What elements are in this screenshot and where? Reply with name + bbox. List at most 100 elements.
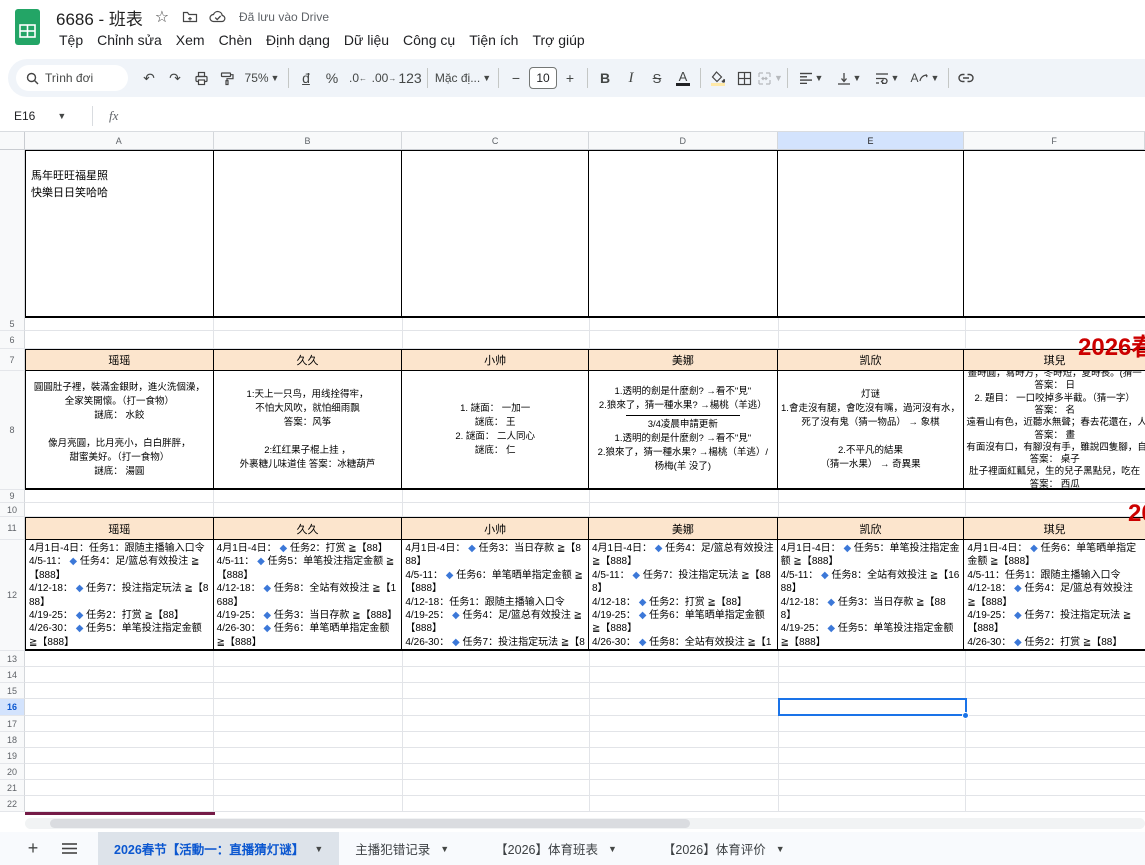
row-header-21[interactable]: 21 — [0, 780, 25, 796]
fill-color-button[interactable] — [705, 65, 731, 91]
cell-banner-c[interactable] — [402, 150, 589, 318]
redo-button[interactable]: ↷ — [162, 65, 188, 91]
vertical-align-button[interactable]: ▼ — [830, 65, 868, 91]
row-header-6[interactable]: 6 — [0, 331, 25, 349]
merge-cells-button[interactable]: ▼ — [757, 65, 783, 91]
cell-e11[interactable]: 凯欣 — [778, 517, 965, 540]
text-wrap-button[interactable]: ▼ — [868, 65, 906, 91]
cell-f8[interactable]: 畫時圓，寫時方；冬時短，夏時長。(猜一 答案： 日 2. 題目： 一口咬掉多半截… — [964, 371, 1145, 490]
cell-f11[interactable]: 琪兒 — [964, 517, 1145, 540]
insert-link-button[interactable] — [953, 65, 979, 91]
menu-help[interactable]: Trợ giúp — [525, 30, 591, 50]
cell-b12[interactable]: 4月1日-4日： ◆ 任务2：打赏 ≧【88】 4/5-11： ◆ 任务5：单笔… — [214, 540, 403, 651]
cell-banner-b[interactable] — [214, 150, 403, 318]
row-header-12[interactable]: 12 — [0, 540, 25, 651]
move-folder-icon[interactable] — [181, 8, 199, 26]
cell-banner-a1[interactable]: 馬年旺旺福星照 快樂日日笑哈哈 — [25, 150, 214, 318]
cell-a7[interactable]: 瑶瑶 — [25, 349, 214, 371]
bold-button[interactable]: B — [592, 65, 618, 91]
more-formats-button[interactable]: 123 — [397, 65, 423, 91]
menu-data[interactable]: Dữ liệu — [337, 30, 396, 50]
row-header-blank[interactable] — [0, 150, 25, 318]
row-header-22[interactable]: 22 — [0, 796, 25, 812]
row-header-13[interactable]: 13 — [0, 651, 25, 667]
cell-d7[interactable]: 美娜 — [589, 349, 778, 371]
cell-a12[interactable]: 4月1日-4日：任务1：跟随主播输入口令 4/5-11： ◆ 任务4：足/篮总有… — [25, 540, 214, 651]
row-header-14[interactable]: 14 — [0, 667, 25, 683]
sheets-logo-icon[interactable] — [14, 9, 41, 45]
row-header-9[interactable]: 9 — [0, 490, 25, 503]
row-header-16-selected[interactable]: 16 — [0, 699, 25, 716]
horizontal-scrollbar-thumb[interactable] — [50, 819, 690, 828]
cell-c8[interactable]: 1. 謎面： 一加一 謎底： 王 2. 謎面： 二人同心 謎底： 仁 — [402, 371, 589, 490]
undo-button[interactable]: ↶ — [136, 65, 162, 91]
search-menus-field[interactable]: Trình đơi — [16, 65, 128, 91]
print-button[interactable] — [188, 65, 214, 91]
cell-e12[interactable]: 4月1日-4日： ◆ 任务5：单笔投注指定金额 ≧【888】 4/5-11： ◆… — [778, 540, 965, 651]
cell-d11[interactable]: 美娜 — [589, 517, 778, 540]
active-cell-selection[interactable] — [778, 698, 967, 716]
cell-c12[interactable]: 4月1日-4日： ◆ 任务3：当日存款 ≧【888】 4/5-11： ◆ 任务6… — [402, 540, 589, 651]
row-header-11[interactable]: 11 — [0, 517, 25, 540]
cell-a11[interactable]: 瑶瑶 — [25, 517, 214, 540]
column-header-b[interactable]: B — [214, 132, 403, 150]
row-header-8[interactable]: 8 — [0, 371, 25, 490]
add-sheet-button[interactable]: + — [18, 834, 48, 864]
column-header-c[interactable]: C — [402, 132, 589, 150]
fill-handle[interactable] — [962, 712, 969, 719]
cell-b8[interactable]: 1:天上一只鸟，用线拴得牢， 不怕大风吹，就怕细雨飘 答案：风筝 2:红红果子棍… — [214, 371, 403, 490]
cell-c11[interactable]: 小帅 — [402, 517, 589, 540]
menu-tools[interactable]: Công cụ — [396, 30, 462, 50]
cell-a8[interactable]: 圓圓肚子裡，裝滿金銀財，進火洗個澡， 全家笑開懷。（打一食物） 謎底： 水餃 像… — [25, 371, 214, 490]
sheet-tab-2[interactable]: 主播犯错记录 ▼ — [339, 832, 465, 865]
name-box[interactable]: E16 ▼ — [0, 109, 86, 123]
row-header-20[interactable]: 20 — [0, 764, 25, 780]
cell-b11[interactable]: 久久 — [214, 517, 403, 540]
saved-status[interactable]: Đã lưu vào Drive — [239, 10, 329, 24]
menu-file[interactable]: Tệp — [52, 30, 90, 50]
cloud-saved-icon[interactable] — [209, 8, 227, 26]
document-title[interactable]: 6686 - 班表 — [56, 5, 143, 30]
sheet-tab-active[interactable]: 2026春节【活動一：直播猜灯谜】 ▼ — [98, 832, 339, 865]
percent-format-button[interactable]: % — [319, 65, 345, 91]
column-header-e-selected[interactable]: E — [778, 132, 965, 150]
paint-format-button[interactable] — [214, 65, 240, 91]
row-header-15[interactable]: 15 — [0, 683, 25, 699]
currency-format-button[interactable]: đ — [293, 65, 319, 91]
column-header-f[interactable]: F — [964, 132, 1145, 150]
select-all-corner[interactable] — [0, 132, 25, 150]
menu-view[interactable]: Xem — [169, 30, 212, 50]
menu-edit[interactable]: Chỉnh sửa — [90, 30, 169, 50]
sheet-tab-4[interactable]: 【2026】体育评价 ▼ — [647, 832, 801, 865]
star-icon[interactable]: ☆ — [153, 8, 171, 26]
cell-e8[interactable]: 灯谜 1.會走沒有腿，會吃沒有嘴，過河沒有水， 死了沒有鬼（猜一物品） → 象棋… — [778, 371, 965, 490]
cell-banner-f[interactable] — [964, 150, 1145, 318]
italic-button[interactable]: I — [618, 65, 644, 91]
decrease-decimal-button[interactable]: .0← — [345, 65, 371, 91]
cell-e7[interactable]: 凯欣 — [778, 349, 965, 371]
menu-extensions[interactable]: Tiện ích — [462, 30, 525, 50]
all-sheets-menu-button[interactable] — [54, 834, 84, 864]
horizontal-align-button[interactable]: ▼ — [792, 65, 830, 91]
cell-d12[interactable]: 4月1日-4日： ◆ 任务4：足/篮总有效投注 ≧【888】 4/5-11： ◆… — [589, 540, 778, 651]
cell-f12[interactable]: 4月1日-4日： ◆ 任务6：单笔晒单指定金额 ≧【888】 4/5-11：任务… — [964, 540, 1145, 651]
cell-banner-d[interactable] — [589, 150, 778, 318]
cell-c7[interactable]: 小帅 — [402, 349, 589, 371]
column-header-a[interactable]: A — [25, 132, 214, 150]
borders-button[interactable] — [731, 65, 757, 91]
menu-format[interactable]: Định dạng — [259, 30, 337, 50]
row-header-18[interactable]: 18 — [0, 732, 25, 748]
decrease-font-size-button[interactable]: − — [503, 65, 529, 91]
row-header-17[interactable]: 17 — [0, 716, 25, 732]
row-header-5[interactable]: 5 — [0, 318, 25, 331]
menu-insert[interactable]: Chèn — [212, 30, 259, 50]
strikethrough-button[interactable]: S — [644, 65, 670, 91]
text-rotation-button[interactable]: A ▼ — [906, 65, 944, 91]
cell-b7[interactable]: 久久 — [214, 349, 403, 371]
font-size-input[interactable]: 10 — [529, 67, 557, 89]
sheet-tab-3[interactable]: 【2026】体育班表 ▼ — [479, 832, 633, 865]
row-header-10[interactable]: 10 — [0, 503, 25, 517]
text-color-button[interactable]: A — [670, 65, 696, 91]
row-header-19[interactable]: 19 — [0, 748, 25, 764]
row-header-7[interactable]: 7 — [0, 349, 25, 371]
